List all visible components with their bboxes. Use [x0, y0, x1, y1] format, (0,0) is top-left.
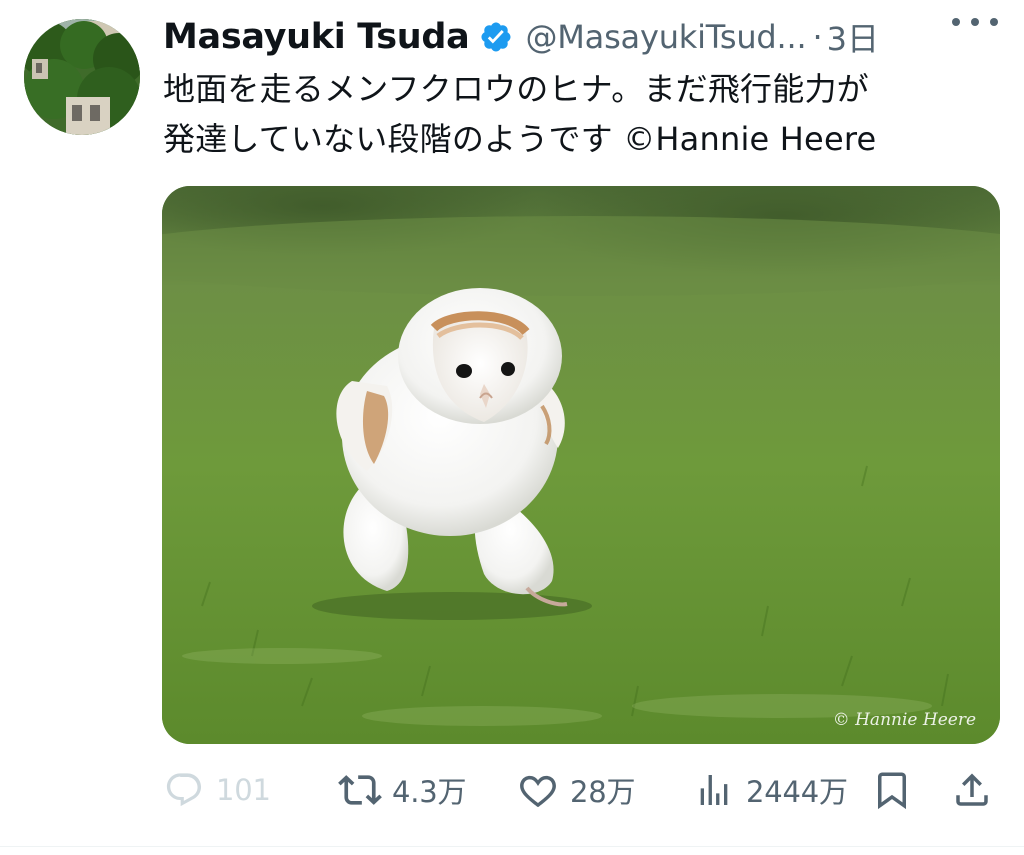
reply-count: 101 [216, 773, 271, 807]
tweet-text-line: 発達していない段階のようです ©Hannie Heere [163, 120, 877, 158]
bookmark-button[interactable] [870, 762, 914, 818]
more-dot [971, 18, 979, 26]
views-button[interactable]: 2444万 [692, 762, 848, 818]
tweet-header: Masayuki Tsuda @MasayukiTsud... · 3日 [163, 14, 1003, 60]
separator-dot: · [812, 18, 823, 56]
verified-badge-icon[interactable] [479, 20, 513, 54]
retweet-button[interactable]: 4.3万 [338, 762, 467, 818]
photo-watermark: © Hannie Heere [832, 710, 976, 730]
tweet-action-bar: 101 4.3万 28万 2444万 [162, 762, 1000, 818]
heart-icon [516, 768, 560, 812]
author-avatar[interactable] [24, 19, 140, 135]
owl-photo [162, 186, 1000, 744]
author-handle[interactable]: @MasayukiTsud... [525, 18, 806, 56]
retweet-icon [338, 768, 382, 812]
tweet-media-photo[interactable]: © Hannie Heere [162, 186, 1000, 744]
share-button[interactable] [950, 762, 994, 818]
bar-chart-icon [692, 768, 736, 812]
like-count: 28万 [570, 775, 636, 809]
retweet-count: 4.3万 [392, 775, 467, 809]
views-count: 2444万 [746, 775, 848, 809]
tweet-text-line: 地面を走るメンフクロウのヒナ。まだ飛行能力が [163, 70, 869, 108]
more-dot [990, 18, 998, 26]
reply-button[interactable]: 101 [162, 762, 271, 818]
more-horizontal-icon[interactable] [952, 12, 998, 32]
tweet-timestamp[interactable]: 3日 [827, 14, 879, 60]
tweet-text: 地面を走るメンフクロウのヒナ。まだ飛行能力が 発達していない段階のようです ©H… [163, 64, 1003, 164]
avatar-image [24, 19, 140, 135]
more-dot [952, 18, 960, 26]
bookmark-icon [870, 768, 914, 812]
author-display-name[interactable]: Masayuki Tsuda [163, 17, 470, 57]
share-upload-icon [950, 768, 994, 812]
like-button[interactable]: 28万 [516, 762, 636, 818]
reply-bubble-icon [162, 768, 206, 812]
tweet-divider [0, 846, 1024, 847]
